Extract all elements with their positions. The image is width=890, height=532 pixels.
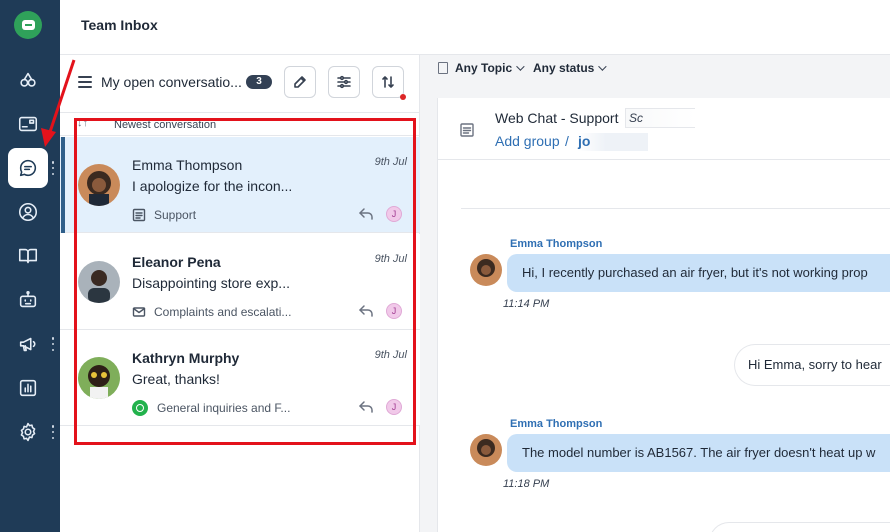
message-time: 11:18 PM [503, 478, 550, 490]
tag-label: Support [154, 208, 197, 222]
chat-panel: Web Chat - Support Sc Add group / jo Emm… [437, 98, 890, 532]
conversation-row[interactable]: Eleanor Pena 9th Jul Disappointing store… [60, 234, 420, 330]
sliders-icon [337, 75, 351, 89]
conversation-tag: Complaints and escalati... [132, 304, 291, 320]
contacts-icon[interactable] [8, 192, 48, 232]
settings-icon[interactable] [8, 412, 48, 452]
chevron-down-icon [598, 62, 608, 71]
email-icon [132, 307, 146, 317]
top-header: Team Inbox [60, 0, 890, 55]
tag-label: Complaints and escalati... [154, 305, 292, 319]
message-time: 11:14 PM [503, 298, 550, 310]
message-preview: Great, thanks! [132, 371, 220, 387]
compose-button[interactable] [284, 66, 316, 98]
contact-name: Eleanor Pena [132, 254, 221, 270]
status-filter[interactable]: Any status [533, 61, 608, 75]
add-group-link[interactable]: Add group [495, 133, 560, 149]
campaigns-more-menu[interactable] [50, 337, 56, 351]
avatar [78, 164, 120, 206]
assignee-avatar: J [386, 303, 402, 319]
conversations-more-menu[interactable] [50, 161, 56, 175]
sort-button[interactable] [372, 66, 404, 98]
knowledge-base-icon[interactable] [8, 236, 48, 276]
date-divider [461, 208, 890, 209]
filter-settings-button[interactable] [328, 66, 360, 98]
assignee-avatar: J [386, 206, 402, 222]
status-filter-label: Any status [533, 61, 595, 75]
reply-icon [358, 304, 374, 318]
outgoing-message-partial [709, 522, 890, 532]
breadcrumb-separator: / [565, 133, 569, 149]
avatar [470, 254, 502, 286]
bot-icon[interactable] [8, 280, 48, 320]
avatar [470, 434, 502, 466]
avatar [78, 261, 120, 303]
status-badge[interactable]: Sc [625, 108, 695, 128]
message-preview: I apologize for the incon... [132, 178, 293, 194]
incoming-message: The model number is AB1567. The air frye… [507, 434, 890, 472]
menu-icon[interactable] [78, 76, 92, 88]
selected-indicator [61, 137, 65, 233]
conversation-list-panel: My open conversatio... 3 ↓↑ Newest conve… [60, 55, 420, 532]
conversation-count-badge: 3 [246, 75, 272, 89]
contact-name: Emma Thompson [132, 157, 243, 173]
sort-indicator-dot [400, 94, 406, 100]
conversation-tag: General inquiries and F... [132, 400, 290, 416]
topic-filter[interactable]: Any Topic [455, 61, 525, 75]
tag-label: General inquiries and F... [157, 401, 291, 415]
assigned-user-link[interactable]: jo [578, 133, 648, 151]
integrations-icon[interactable] [8, 60, 48, 100]
campaigns-icon[interactable] [8, 324, 48, 364]
conversation-tag: Support [132, 207, 196, 223]
contact-name: Kathryn Murphy [132, 350, 240, 366]
conversation-row[interactable]: Kathryn Murphy 9th Jul Great, thanks! Ge… [60, 330, 420, 426]
filter-doc-icon [438, 62, 448, 74]
message-preview: Disappointing store exp... [132, 275, 290, 291]
whatsapp-icon [132, 400, 148, 416]
nav-rail [0, 0, 60, 532]
conversation-row[interactable]: Emma Thompson 9th Jul I apologize for th… [60, 137, 420, 233]
conversation-date: 9th Jul [374, 253, 407, 265]
web-chat-icon [459, 122, 475, 138]
outgoing-message: Hi Emma, sorry to hear [734, 344, 890, 386]
avatar [78, 357, 120, 399]
reply-icon [358, 400, 374, 414]
conversation-date: 9th Jul [374, 349, 407, 361]
sort-direction-icon: ↓↑ [77, 117, 88, 129]
sort-label: Newest conversation [114, 119, 217, 131]
sort-row[interactable]: ↓↑ Newest conversation [60, 114, 420, 136]
message-author: Emma Thompson [510, 418, 603, 430]
chat-title: Web Chat - Support [495, 110, 619, 126]
app-logo[interactable] [14, 11, 42, 39]
list-title[interactable]: My open conversatio... [101, 74, 242, 90]
chat-header: Web Chat - Support Sc Add group / jo [438, 98, 890, 160]
assignee-avatar: J [386, 399, 402, 415]
conversation-date: 9th Jul [374, 156, 407, 168]
edit-icon [294, 76, 306, 88]
web-chat-icon [132, 208, 146, 222]
conversations-icon[interactable] [8, 148, 48, 188]
settings-more-menu[interactable] [50, 425, 56, 439]
chevron-down-icon [516, 62, 525, 71]
reply-icon [358, 207, 374, 221]
analytics-icon[interactable] [8, 368, 48, 408]
sort-icon [382, 76, 394, 88]
page-title: Team Inbox [81, 17, 158, 33]
reports-inbox-icon[interactable] [8, 104, 48, 144]
topic-filter-label: Any Topic [455, 61, 513, 75]
list-header: My open conversatio... 3 [60, 55, 420, 113]
message-author: Emma Thompson [510, 238, 603, 250]
incoming-message: Hi, I recently purchased an air fryer, b… [507, 254, 890, 292]
filter-bar: Any Topic Any status [421, 55, 890, 82]
